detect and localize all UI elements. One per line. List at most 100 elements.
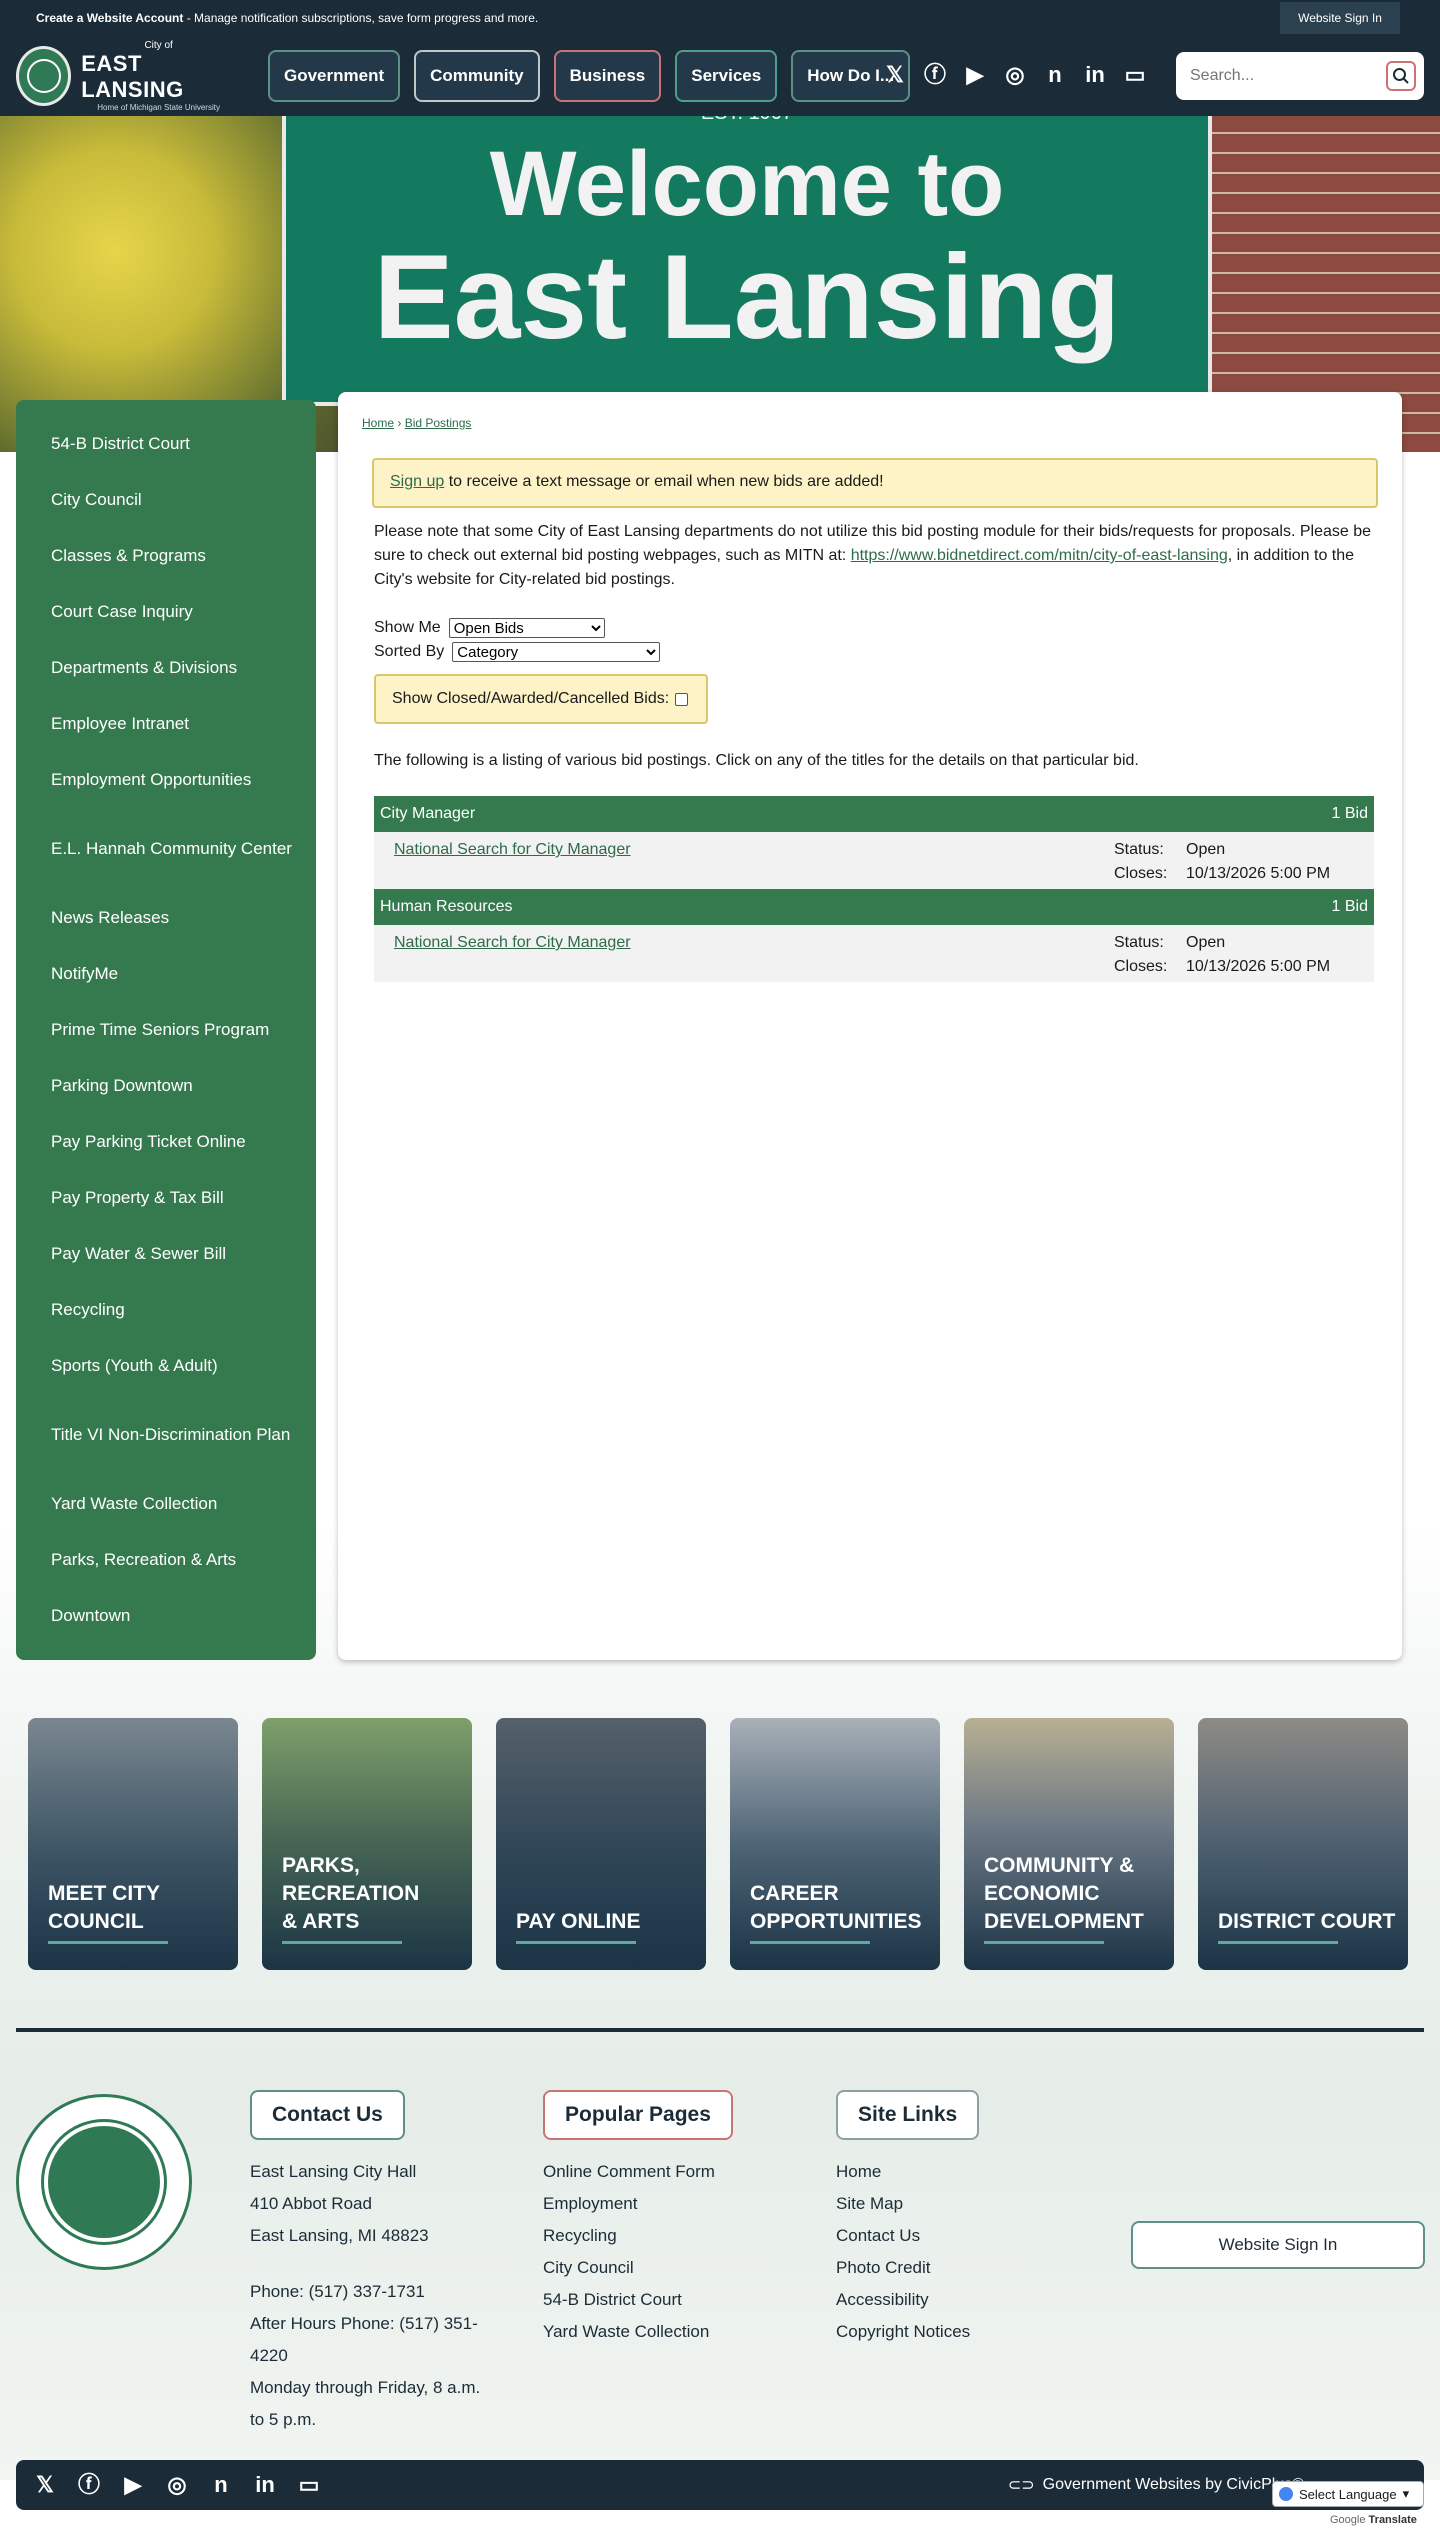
search-input[interactable] [1190, 67, 1370, 85]
bid-title-link[interactable]: National Search for City Manager [394, 934, 631, 952]
signup-link[interactable]: Sign up [390, 473, 444, 490]
show-me-select[interactable]: Open Bids [448, 618, 605, 638]
facebook-icon[interactable]: ⓕ [76, 2472, 102, 2498]
site-link[interactable]: Accessibility [836, 2284, 1076, 2316]
linkedin-icon[interactable]: in [1082, 62, 1108, 88]
sidebar-item[interactable]: News Releases [16, 890, 316, 946]
contact-phone: Phone: (517) 337-1731 [250, 2282, 425, 2301]
sidebar-item[interactable]: Court Case Inquiry [16, 584, 316, 640]
tile-pay-online[interactable]: Pay Online [496, 1718, 706, 1970]
nextdoor-icon[interactable]: n [1042, 62, 1068, 88]
website-sign-in-button[interactable]: Website Sign In [1280, 2, 1400, 34]
youtube-icon[interactable]: ▶ [962, 62, 988, 88]
civicplus-credit[interactable]: ⊂⊃ Government Websites by CivicPlus® [1008, 2475, 1304, 2495]
sidebar-item[interactable]: Prime Time Seniors Program [16, 1002, 316, 1058]
tv-icon[interactable]: ▭ [1122, 62, 1148, 88]
bid-row: National Search for City Manager Status:… [374, 832, 1374, 889]
popular-link[interactable]: Yard Waste Collection [543, 2316, 783, 2348]
site-link[interactable]: Photo Credit [836, 2252, 1076, 2284]
language-select[interactable]: Select Language ▾ [1272, 2481, 1424, 2507]
tile-label: District Court [1218, 1910, 1396, 1933]
signup-text: to receive a text message or email when … [444, 473, 884, 490]
breadcrumb-current[interactable]: Bid Postings [405, 416, 472, 430]
x-icon[interactable]: 𝕏 [882, 62, 908, 88]
nav-community[interactable]: Community [414, 50, 540, 102]
sidebar-item[interactable]: City Council [16, 472, 316, 528]
breadcrumb-home[interactable]: Home [362, 416, 394, 430]
sidebar-item[interactable]: Sports (Youth & Adult) [16, 1338, 316, 1394]
sidebar-item[interactable]: Pay Water & Sewer Bill [16, 1226, 316, 1282]
powered-by-google: Google Translate [1330, 2514, 1417, 2526]
instagram-icon[interactable]: ◎ [1002, 62, 1028, 88]
status-value: Open [1186, 841, 1226, 858]
tv-icon[interactable]: ▭ [296, 2472, 322, 2498]
tile-career-opportunities[interactable]: Career Opportunities [730, 1718, 940, 1970]
tile-meet-city-council[interactable]: Meet City Council [28, 1718, 238, 1970]
tile-parks-recreation[interactable]: Parks, Recreation & Arts [262, 1718, 472, 1970]
search-button[interactable] [1386, 61, 1416, 91]
footer-bar: 𝕏 ⓕ ▶ ◎ n in ▭ ⊂⊃ Government Websites by… [16, 2460, 1424, 2510]
sidebar-item[interactable]: Title VI Non-Discrimination Plan [16, 1394, 316, 1476]
sorted-by-select[interactable]: Category [452, 642, 661, 662]
contact-line: 410 Abbot Road [250, 2194, 372, 2213]
footer-social-links: 𝕏 ⓕ ▶ ◎ n in ▭ [32, 2472, 322, 2498]
bid-count: 1 Bid [1331, 898, 1368, 915]
closes-value: 10/13/2026 5:00 PM [1186, 958, 1331, 975]
nav-business[interactable]: Business [553, 50, 662, 102]
sidebar-item[interactable]: Yard Waste Collection [16, 1476, 316, 1532]
sidebar-item[interactable]: Recycling [16, 1282, 316, 1338]
site-link[interactable]: Home [836, 2156, 1076, 2188]
popular-link[interactable]: Online Comment Form [543, 2156, 783, 2188]
account-message: Create a Website Account - Manage notifi… [36, 11, 538, 25]
site-link[interactable]: Site Map [836, 2188, 1076, 2220]
show-me-label: Show Me [374, 619, 441, 636]
contact-after-hours: After Hours Phone: (517) 351-4220 [250, 2314, 478, 2365]
footer-site-links: Site Links Home Site Map Contact Us Phot… [836, 2090, 1076, 2348]
sidebar-item[interactable]: Pay Property & Tax Bill [16, 1170, 316, 1226]
sidebar-item[interactable]: Employee Intranet [16, 696, 316, 752]
popular-link[interactable]: Recycling [543, 2220, 783, 2252]
mitn-link[interactable]: https://www.bidnetdirect.com/mitn/city-o… [851, 547, 1228, 564]
top-utility-bar: Create a Website Account - Manage notifi… [0, 0, 1440, 36]
sidebar-item[interactable]: Parking Downtown [16, 1058, 316, 1114]
sidebar-item[interactable]: E.L. Hannah Community Center [16, 808, 316, 890]
sidebar-item[interactable]: NotifyMe [16, 946, 316, 1002]
translate-word: Translate [1368, 2514, 1417, 2526]
hero-est: EST. 1907 [286, 116, 1208, 125]
tile-community-economic-development[interactable]: Community & Economic Development [964, 1718, 1174, 1970]
site-link[interactable]: Contact Us [836, 2220, 1076, 2252]
popular-link[interactable]: City Council [543, 2252, 783, 2284]
bid-notice: Please note that some City of East Lansi… [374, 520, 1374, 592]
popular-link[interactable]: Employment [543, 2188, 783, 2220]
tile-district-court[interactable]: District Court [1198, 1718, 1408, 1970]
show-me-row: Show Me Open Bids [374, 618, 605, 638]
bid-title-link[interactable]: National Search for City Manager [394, 841, 631, 859]
facebook-icon[interactable]: ⓕ [922, 62, 948, 88]
hero-welcome: Welcome to [489, 133, 1005, 235]
popular-link[interactable]: 54-B District Court [543, 2284, 783, 2316]
sidebar-item[interactable]: Downtown [16, 1588, 316, 1644]
sidebar-item[interactable]: 54-B District Court [16, 416, 316, 472]
sidebar-item[interactable]: Employment Opportunities [16, 752, 316, 808]
site-link[interactable]: Copyright Notices [836, 2316, 1076, 2348]
closes-label: Closes: [1114, 958, 1168, 975]
civicplus-icon: ⊂⊃ [1007, 2477, 1035, 2494]
instagram-icon[interactable]: ◎ [164, 2472, 190, 2498]
sidebar-item[interactable]: Pay Parking Ticket Online [16, 1114, 316, 1170]
youtube-icon[interactable]: ▶ [120, 2472, 146, 2498]
linkedin-icon[interactable]: in [252, 2472, 278, 2498]
nextdoor-icon[interactable]: n [208, 2472, 234, 2498]
bid-category: Human Resources [380, 898, 513, 915]
sidebar-item[interactable]: Parks, Recreation & Arts [16, 1532, 316, 1588]
sidebar-item[interactable]: Classes & Programs [16, 528, 316, 584]
nav-services[interactable]: Services [675, 50, 778, 102]
x-icon[interactable]: 𝕏 [32, 2472, 58, 2498]
sorted-by-label: Sorted By [374, 643, 445, 660]
city-logo[interactable]: City of EAST LANSING Home of Michigan St… [16, 40, 236, 112]
create-account-link[interactable]: Create a Website Account [36, 11, 183, 25]
footer-sign-in-button[interactable]: Website Sign In [1131, 2221, 1425, 2269]
closed-bids-checkbox[interactable] [675, 692, 689, 706]
sidebar-item[interactable]: Departments & Divisions [16, 640, 316, 696]
nav-government[interactable]: Government [268, 50, 401, 102]
footer-city-seal-icon [16, 2094, 192, 2270]
